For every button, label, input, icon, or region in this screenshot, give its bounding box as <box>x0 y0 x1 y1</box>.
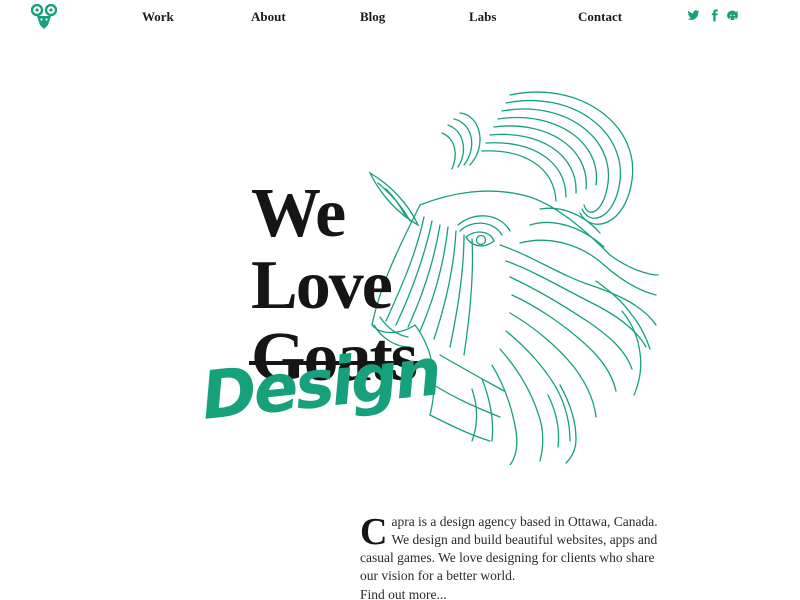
nav-item-contact[interactable]: Contact <box>578 8 622 26</box>
headline-line-1: We <box>251 175 346 252</box>
find-out-more-link[interactable]: Find out more... <box>360 586 447 600</box>
headline-line-2: Love <box>251 247 393 324</box>
nav-item-labs[interactable]: Labs <box>469 8 496 26</box>
facebook-icon[interactable] <box>708 9 721 22</box>
github-icon[interactable] <box>726 9 739 22</box>
main-nav: Work About Blog Labs Contact <box>0 8 800 26</box>
twitter-icon[interactable] <box>687 9 700 22</box>
nav-item-work[interactable]: Work <box>142 8 174 26</box>
intro-paragraph: C apra is a design agency based in Ottaw… <box>360 513 660 600</box>
intro-dropcap: C <box>360 511 388 553</box>
nav-item-blog[interactable]: Blog <box>360 8 385 26</box>
intro-text: apra is a design agency based in Ottawa,… <box>360 514 658 583</box>
nav-item-about[interactable]: About <box>251 8 286 26</box>
